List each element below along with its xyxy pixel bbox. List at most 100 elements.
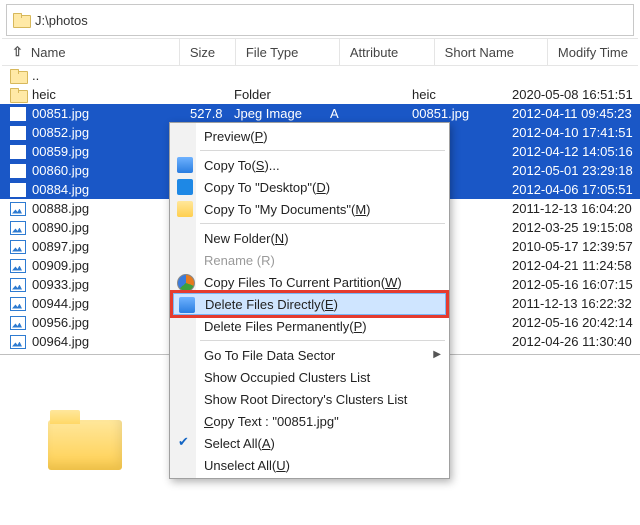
folder-icon (10, 68, 26, 84)
menu-rename-label: Rename (R) (204, 253, 275, 268)
menu-select-all[interactable]: Select All(A) (172, 432, 447, 454)
preview-thumbnail (0, 355, 170, 525)
folder-icon (10, 87, 26, 103)
cell-short: 00851.jpg (412, 104, 512, 123)
folder-large-icon (48, 410, 122, 470)
copy-icon (177, 157, 193, 173)
check-icon (177, 435, 193, 451)
cell-name: 00890.jpg (32, 218, 190, 237)
menu-copy-partition-label: Copy Files To Current Partition(W) (204, 275, 402, 290)
folder-icon (13, 13, 29, 27)
image-file-icon (10, 201, 26, 217)
image-file-icon (10, 334, 26, 350)
menu-delete-permanently-label: Delete Files Permanently(P) (204, 319, 367, 334)
menu-copy-partition[interactable]: Copy Files To Current Partition(W) (172, 271, 447, 293)
menu-select-all-label: Select All(A) (204, 436, 275, 451)
cell-modify: 2012-04-10 17:41:51 (512, 123, 640, 142)
delete-icon (179, 297, 195, 313)
menu-show-root-label: Show Root Directory's Clusters List (204, 392, 407, 407)
image-file-icon (10, 163, 26, 179)
file-row[interactable]: .. (0, 66, 640, 85)
cell-name: 00884.jpg (32, 180, 190, 199)
my-documents-icon (177, 201, 193, 217)
context-menu: Preview(P) Copy To(S)... Copy To "Deskto… (169, 122, 450, 479)
cell-name: 00933.jpg (32, 275, 190, 294)
menu-copy-desktop[interactable]: Copy To "Desktop"(D) (172, 176, 447, 198)
cell-modify: 2012-04-11 09:45:23 (512, 104, 640, 123)
header-attribute[interactable]: Attribute (340, 39, 435, 65)
menu-preview-label: Preview(P) (204, 129, 268, 144)
cell-name: .. (32, 66, 190, 85)
cell-modify: 2012-05-01 23:29:18 (512, 161, 640, 180)
menu-copy-desktop-label: Copy To "Desktop"(D) (204, 180, 330, 195)
cell-size: 527.8 (190, 104, 234, 123)
image-file-icon (10, 144, 26, 160)
header-name[interactable]: ⇧ Name (2, 39, 180, 65)
header-name-label: Name (31, 45, 66, 60)
menu-rename: Rename (R) (172, 249, 447, 271)
menu-copy-text-label: Copy Text : "00851.jpg" (204, 414, 339, 429)
menu-delete-directly-label: Delete Files Directly(E) (205, 297, 338, 312)
header-shortname[interactable]: Short Name (435, 39, 548, 65)
cell-modify: 2012-04-12 14:05:16 (512, 142, 640, 161)
cell-modify: 2012-04-26 11:30:40 (512, 332, 640, 351)
cell-name: 00860.jpg (32, 161, 190, 180)
image-file-icon (10, 258, 26, 274)
menu-delete-directly[interactable]: Delete Files Directly(E) (173, 293, 446, 315)
header-filetype[interactable]: File Type (236, 39, 340, 65)
cell-name: 00851.jpg (32, 104, 190, 123)
menu-copy-docs-label: Copy To "My Documents"(M) (204, 202, 371, 217)
submenu-arrow-icon: ▶ (433, 349, 441, 360)
menu-copy-text[interactable]: Copy Text : "00851.jpg" (172, 410, 447, 432)
menu-unselect-all-label: Unselect All(U) (204, 458, 290, 473)
header-modifytime[interactable]: Modify Time (548, 39, 638, 65)
file-row[interactable]: 00851.jpg527.8Jpeg ImageA00851.jpg2012-0… (0, 104, 640, 123)
cell-name: 00964.jpg (32, 332, 190, 351)
partition-icon (177, 274, 195, 292)
address-path: J:\photos (35, 13, 88, 28)
cell-name: 00944.jpg (32, 294, 190, 313)
menu-preview[interactable]: Preview(P) (172, 125, 447, 147)
cell-name: 00888.jpg (32, 199, 190, 218)
cell-name: 00859.jpg (32, 142, 190, 161)
menu-delete-permanently[interactable]: Delete Files Permanently(P) (172, 315, 447, 337)
cell-attr: A (330, 104, 412, 123)
cell-modify: 2012-04-21 11:24:58 (512, 256, 640, 275)
cell-name: 00897.jpg (32, 237, 190, 256)
cell-short: heic (412, 85, 512, 104)
cell-type: Jpeg Image (234, 104, 330, 123)
menu-unselect-all[interactable]: Unselect All(U) (172, 454, 447, 476)
menu-new-folder[interactable]: New Folder(N) (172, 227, 447, 249)
menu-separator (200, 340, 445, 341)
menu-show-root[interactable]: Show Root Directory's Clusters List (172, 388, 447, 410)
menu-copy-docs[interactable]: Copy To "My Documents"(M) (172, 198, 447, 220)
cell-modify: 2012-03-25 19:15:08 (512, 218, 640, 237)
image-file-icon (10, 220, 26, 236)
image-file-icon (10, 315, 26, 331)
menu-separator (200, 150, 445, 151)
cell-modify: 2012-05-16 20:42:14 (512, 313, 640, 332)
image-file-icon (10, 125, 26, 141)
cell-name: heic (32, 85, 190, 104)
image-file-icon (10, 277, 26, 293)
image-file-icon (10, 296, 26, 312)
cell-modify: 2020-05-08 16:51:51 (512, 85, 640, 104)
cell-modify: 2012-04-06 17:05:51 (512, 180, 640, 199)
menu-show-occupied[interactable]: Show Occupied Clusters List (172, 366, 447, 388)
menu-goto-sector[interactable]: Go To File Data Sector ▶ (172, 344, 447, 366)
cell-name: 00852.jpg (32, 123, 190, 142)
menu-goto-sector-label: Go To File Data Sector (204, 348, 335, 363)
cell-type: Folder (234, 85, 330, 104)
desktop-icon (177, 179, 193, 195)
menu-copy-to[interactable]: Copy To(S)... (172, 154, 447, 176)
file-row[interactable]: heicFolderheic2020-05-08 16:51:51 (0, 85, 640, 104)
cell-name: 00909.jpg (32, 256, 190, 275)
cell-modify: 2011-12-13 16:04:20 (512, 199, 640, 218)
header-size[interactable]: Size (180, 39, 236, 65)
image-file-icon (10, 182, 26, 198)
image-file-icon (10, 239, 26, 255)
address-bar[interactable]: J:\photos (6, 4, 634, 36)
menu-show-occupied-label: Show Occupied Clusters List (204, 370, 370, 385)
up-arrow-icon[interactable]: ⇧ (12, 44, 23, 60)
column-headers: ⇧ Name Size File Type Attribute Short Na… (2, 38, 638, 66)
